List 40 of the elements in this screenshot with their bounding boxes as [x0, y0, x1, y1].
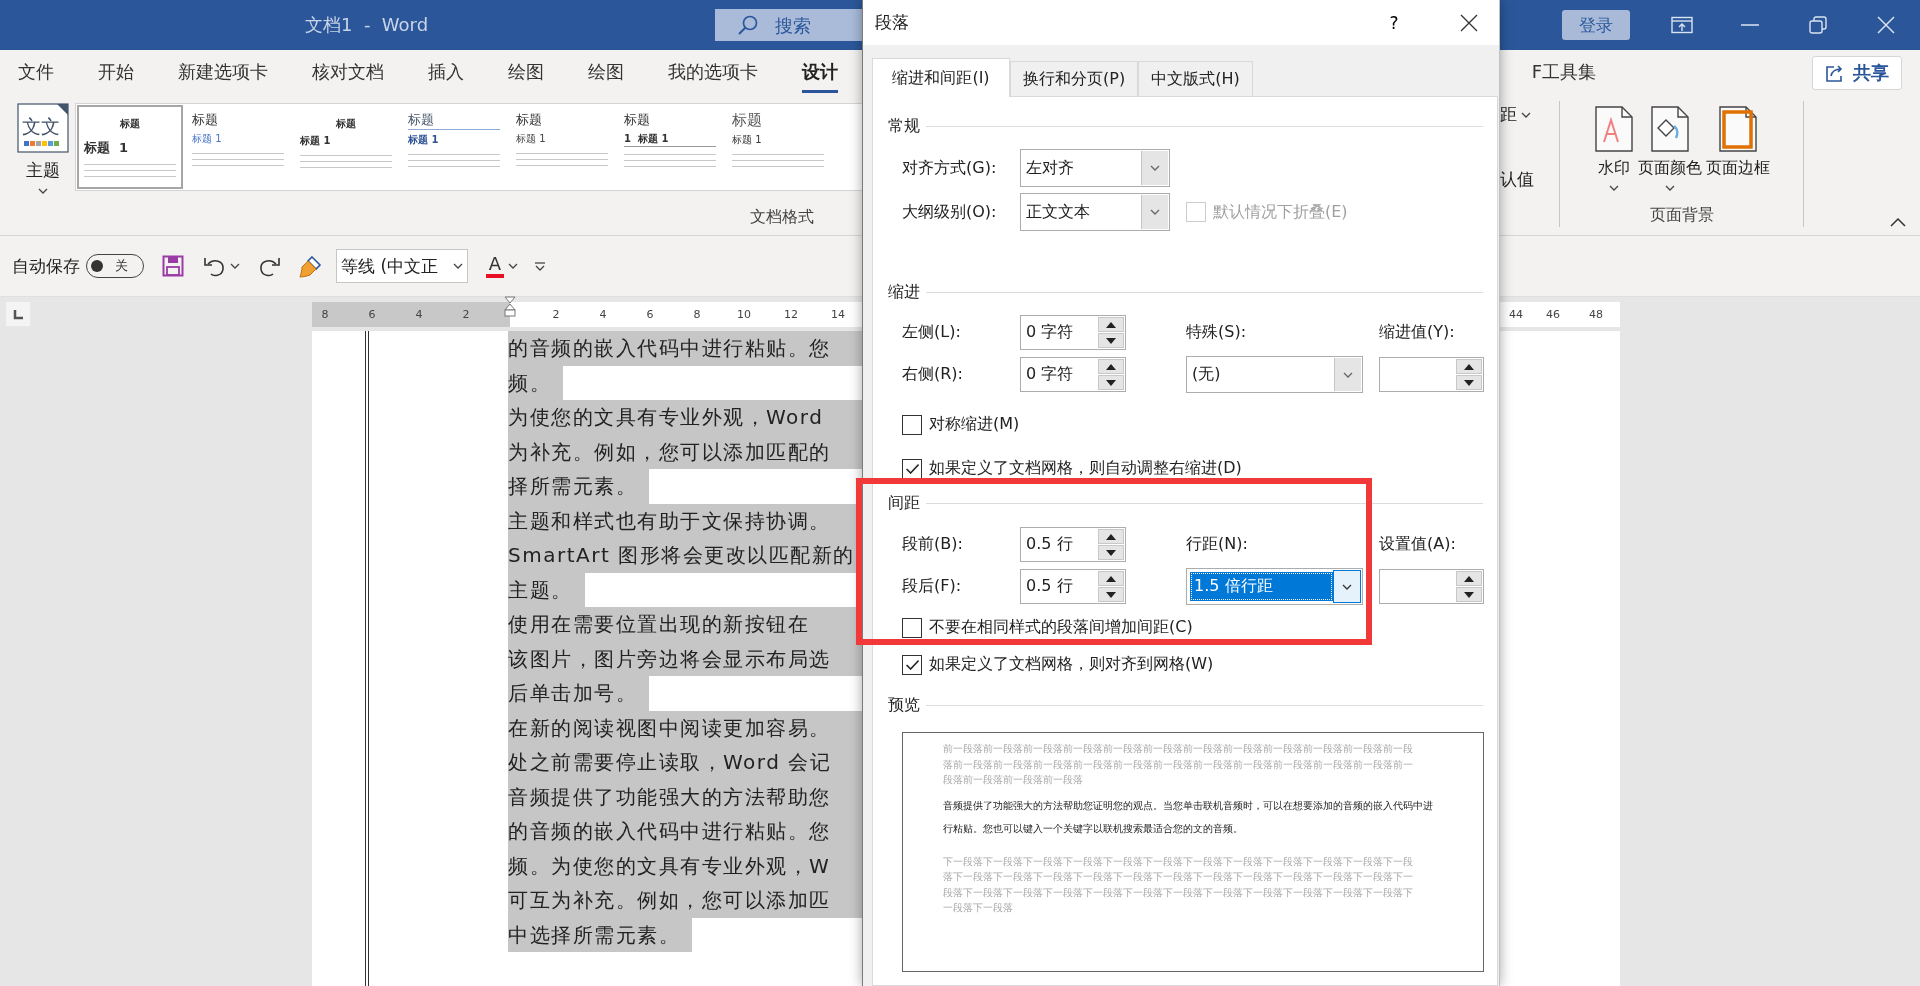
checkbox-label: 默认情况下折叠(E)	[1213, 201, 1348, 223]
field-label: 段前(B):	[902, 534, 964, 555]
checkbox-label: 对称缩进(M)	[929, 414, 1020, 435]
section-title: 常规	[888, 115, 920, 137]
group-label: 页面背景	[1649, 205, 1714, 226]
dialog-title: 段落	[875, 11, 909, 34]
preview-text: 音频提供了功能强大的方法帮助您证明您的观点。当您单击联机音频时，可以在想要添加的音频的嵌入代码中进行粘贴。您也可以键入一个关键字以联机搜索最适合您的文的音频。	[943, 798, 1433, 836]
ruler-number: 2	[462, 307, 470, 321]
ruler-number: 4	[599, 307, 607, 321]
field-label: 设置值(A):	[1379, 534, 1457, 555]
section-title: 缩进	[888, 281, 920, 303]
checkbox-label: 如果定义了文档网格，则对齐到网格(W)	[929, 654, 1214, 675]
field-label: 左侧(L):	[902, 322, 962, 343]
group-label: 文档格式	[750, 207, 814, 228]
ruler-number: 44	[1509, 307, 1523, 321]
ruler-number: 46	[1546, 307, 1560, 321]
field-label: 特殊(S):	[1186, 322, 1248, 343]
field-label: 对齐方式(G):	[902, 157, 998, 179]
field-label: 大纲级别(O):	[902, 201, 998, 223]
autosave-label: 自动保存	[12, 254, 80, 278]
field-label: 段后(F):	[902, 576, 963, 597]
ruler-number: 6	[368, 307, 376, 321]
checkbox-label: 不要在相同样式的段落间增加间距(C)	[929, 617, 1193, 638]
ruler-number: 6	[646, 307, 654, 321]
ruler-number: 4	[415, 307, 423, 321]
section-title: 预览	[888, 694, 920, 716]
ruler-number: 48	[1589, 307, 1603, 321]
ruler-number: 14	[831, 307, 845, 321]
field-label: 行距(N):	[1186, 534, 1249, 555]
ruler-number: 8	[693, 307, 701, 321]
section-title: 间距	[888, 492, 920, 514]
window-title: 文档1 - Word	[305, 14, 429, 35]
ruler-number: 8	[321, 307, 329, 321]
ruler-number: 10	[737, 307, 751, 321]
checkbox-label: 如果定义了文档网格，则自动调整右缩进(D)	[929, 458, 1242, 479]
theme-icon: 文文	[17, 103, 69, 153]
ruler-number: 12	[784, 307, 798, 321]
field-label: 右侧(R):	[902, 364, 964, 385]
field-label: 缩进值(Y):	[1379, 322, 1456, 343]
ruler-number: 2	[552, 307, 560, 321]
